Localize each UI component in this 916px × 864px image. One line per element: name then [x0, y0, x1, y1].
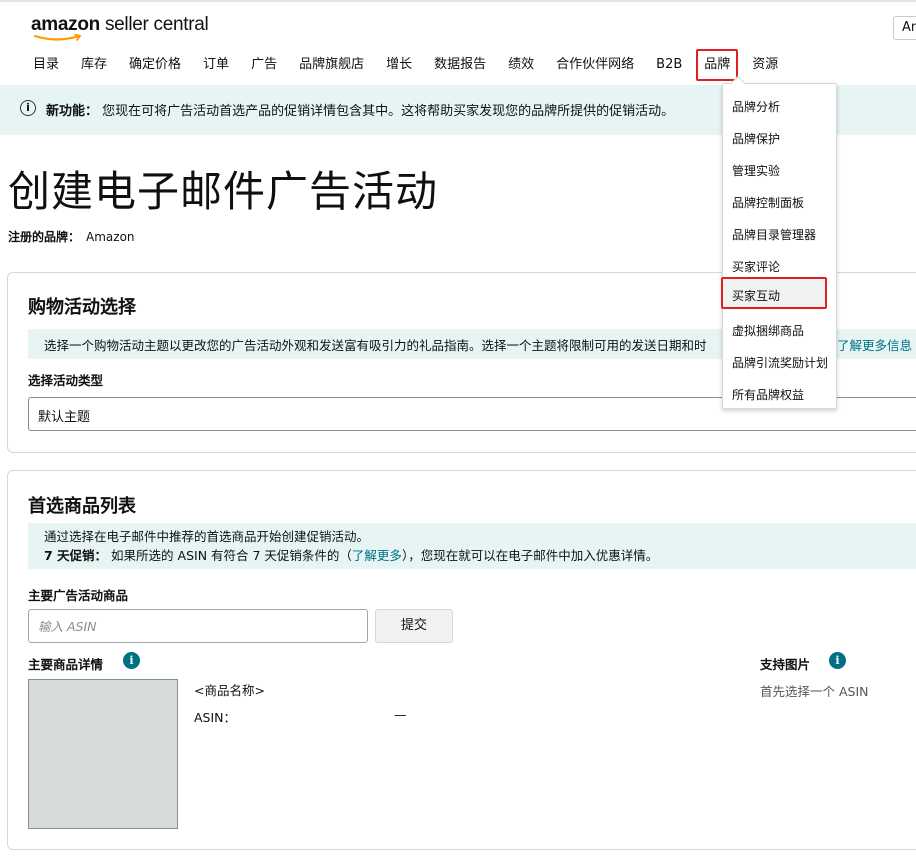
support-images-hint: 首先选择一个 ASIN — [760, 684, 869, 699]
banner-title: 新功能： — [46, 104, 99, 119]
banner-text: 您现在可将广告活动首选产品的促销详情包含其中。这将帮助买家发现您的品牌所提供的促… — [102, 104, 675, 119]
menu-customer-engagement[interactable]: 买家互动 — [721, 277, 827, 309]
menu-manage-experiments[interactable]: 管理实验 — [723, 152, 836, 184]
support-images-info-icon[interactable]: i — [829, 652, 846, 669]
learn-more-link[interactable]: 了解更多信息 — [837, 335, 912, 354]
preferred-products-card: 首选商品列表 通过选择在电子邮件中推荐的首选商品开始创建促销活动。 7 天促销：… — [7, 470, 916, 850]
learn-more-promo-link[interactable]: 了解更多 — [352, 548, 402, 563]
tip-line2-after: ），您现在就可以在电子邮件中加入优惠详情。 — [401, 548, 659, 563]
support-images-label: 支持图片 — [760, 657, 811, 672]
menu-brand-protection[interactable]: 品牌保护 — [723, 120, 836, 152]
amazon-smile-icon — [33, 34, 82, 41]
top-bar: amazon seller central An 目录 库存 确定价格 订单 广… — [0, 0, 916, 85]
main-product-label: 主要广告活动商品 — [28, 588, 129, 603]
nav-reports[interactable]: 数据报告 — [423, 49, 497, 81]
nav-catalog[interactable]: 目录 — [22, 49, 70, 81]
registered-brand: 注册的品牌： Amazon — [8, 228, 135, 245]
products-tip-line1: 通过选择在电子邮件中推荐的首选商品开始创建促销活动。 — [44, 529, 370, 544]
menu-customer-reviews[interactable]: 买家评论 — [723, 248, 836, 280]
nav-pricing[interactable]: 确定价格 — [118, 49, 192, 81]
menu-all-brand-benefits[interactable]: 所有品牌权益 — [723, 376, 836, 408]
menu-brand-catalog-manager[interactable]: 品牌目录管理器 — [723, 216, 836, 248]
page-title: 创建电子邮件广告活动 — [8, 167, 439, 216]
menu-brand-referral-bonus[interactable]: 品牌引流奖励计划 — [723, 344, 836, 376]
activity-type-label: 选择活动类型 — [28, 373, 104, 388]
asin-input[interactable] — [28, 609, 368, 643]
logo-brand-text: amazon — [31, 14, 100, 35]
preferred-products-tip: 通过选择在电子邮件中推荐的首选商品开始创建促销活动。 7 天促销： 如果所选的 … — [28, 523, 916, 569]
menu-brand-analytics[interactable]: 品牌分析 — [723, 88, 836, 120]
brand-value: Amazon — [86, 230, 135, 244]
info-icon: i — [20, 100, 36, 116]
menu-brand-dashboard[interactable]: 品牌控制面板 — [723, 184, 836, 216]
tip-line2-before: 如果所选的 ASIN 有符合 7 天促销条件的（ — [111, 548, 352, 563]
nav-resources[interactable]: 资源 — [741, 49, 789, 81]
nav-performance[interactable]: 绩效 — [497, 49, 545, 81]
shopping-activity-title: 购物活动选择 — [28, 297, 136, 318]
nav-brands[interactable]: 品牌 — [696, 49, 739, 81]
preferred-products-title: 首选商品列表 — [28, 496, 136, 517]
product-image-placeholder — [28, 679, 178, 829]
brand-label: 注册的品牌： — [8, 230, 81, 244]
banner-message: 新功能： 您现在可将广告活动首选产品的促销详情包含其中。这将帮助买家发现您的品牌… — [46, 100, 674, 119]
nav-orders[interactable]: 订单 — [192, 49, 240, 81]
nav-inventory[interactable]: 库存 — [70, 49, 118, 81]
shopping-tip-text: 选择一个购物活动主题以更改您的广告活动外观和发送富有吸引力的礼品指南。选择一个主… — [44, 338, 707, 353]
brand-dropdown-menu: 品牌分析 品牌保护 管理实验 品牌控制面板 品牌目录管理器 买家评论 买家互动 … — [721, 75, 837, 409]
nav-partner-network[interactable]: 合作伙伴网络 — [545, 49, 645, 81]
nav-advertising[interactable]: 广告 — [240, 49, 288, 81]
product-name: <商品名称> — [194, 683, 265, 698]
main-nav: 目录 库存 确定价格 订单 广告 品牌旗舰店 增长 数据报告 绩效 合作伙伴网络… — [22, 49, 789, 81]
nav-b2b[interactable]: B2B — [645, 49, 693, 81]
asin-value: — — [394, 707, 407, 722]
logo-product-text: seller central — [104, 14, 209, 35]
details-info-icon[interactable]: i — [123, 652, 140, 669]
nav-growth[interactable]: 增长 — [375, 49, 423, 81]
amazon-seller-central-logo[interactable]: amazon seller central — [31, 14, 209, 41]
language-button[interactable]: An — [893, 16, 916, 40]
seven-day-promo-label: 7 天促销： — [44, 548, 108, 563]
asin-label: ASIN： — [194, 710, 237, 725]
nav-stores[interactable]: 品牌旗舰店 — [288, 49, 375, 81]
menu-virtual-bundles[interactable]: 虚拟捆绑商品 — [723, 312, 836, 344]
products-tip-line2: 7 天促销： 如果所选的 ASIN 有符合 7 天促销条件的（了解更多），您现在… — [44, 546, 916, 565]
main-product-details-label: 主要商品详情 — [28, 657, 104, 672]
submit-button[interactable]: 提交 — [375, 609, 453, 643]
